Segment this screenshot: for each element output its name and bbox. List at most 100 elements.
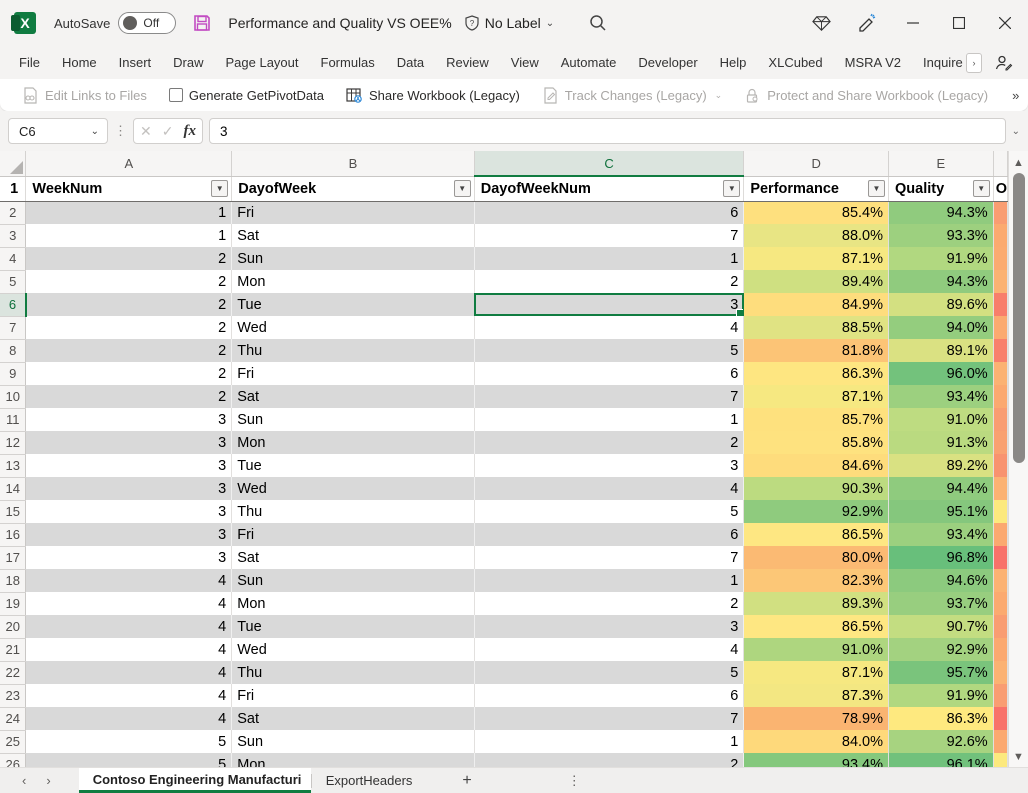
row-header-6[interactable]: 6 xyxy=(0,293,26,316)
cell-dayofweek[interactable]: Sat xyxy=(232,546,475,569)
cell-oee-sliver[interactable] xyxy=(993,224,1007,247)
cell-weeknum[interactable]: 4 xyxy=(26,707,232,730)
scroll-down-arrow-icon[interactable]: ▼ xyxy=(1013,751,1024,763)
save-icon[interactable] xyxy=(192,13,212,33)
maximize-button[interactable] xyxy=(936,0,982,46)
cell-dayofweeknum[interactable]: 5 xyxy=(474,500,744,523)
cell-quality[interactable]: 89.2% xyxy=(889,454,994,477)
cell-quality[interactable]: 91.9% xyxy=(889,247,994,270)
cell-quality[interactable]: 93.4% xyxy=(889,523,994,546)
cell-performance[interactable]: 85.7% xyxy=(744,408,889,431)
cell-oee-sliver[interactable] xyxy=(993,753,1007,767)
cell-oee-sliver[interactable] xyxy=(993,362,1007,385)
cell-dayofweeknum[interactable]: 7 xyxy=(474,546,744,569)
filter-dropdown-button[interactable]: ▼ xyxy=(973,180,990,197)
ribbon-tab-inquire[interactable]: Inquire xyxy=(912,46,970,79)
cell-dayofweek[interactable]: Fri xyxy=(232,523,475,546)
vertical-scrollbar-thumb[interactable] xyxy=(1013,173,1025,463)
row-header-3[interactable]: 3 xyxy=(0,224,26,247)
cell-oee-sliver[interactable] xyxy=(993,638,1007,661)
cell-quality[interactable]: 96.1% xyxy=(889,753,994,767)
cell-oee-sliver[interactable] xyxy=(993,500,1007,523)
cell-weeknum[interactable]: 4 xyxy=(26,592,232,615)
row-header-7[interactable]: 7 xyxy=(0,316,26,339)
ribbon-tab-developer[interactable]: Developer xyxy=(627,46,708,79)
filter-dropdown-button[interactable]: ▼ xyxy=(211,180,228,197)
close-button[interactable] xyxy=(982,0,1028,46)
cell-performance[interactable]: 90.3% xyxy=(744,477,889,500)
cell-dayofweeknum[interactable]: 7 xyxy=(474,224,744,247)
cell-dayofweeknum[interactable]: 1 xyxy=(474,247,744,270)
autosave-toggle[interactable]: Off xyxy=(118,12,176,34)
vertical-scrollbar[interactable]: ▲ ▼ xyxy=(1008,151,1028,767)
cell-quality[interactable]: 95.1% xyxy=(889,500,994,523)
cell-performance[interactable]: 92.9% xyxy=(744,500,889,523)
cell-weeknum[interactable]: 3 xyxy=(26,431,232,454)
row-header-18[interactable]: 18 xyxy=(0,569,26,592)
cell-quality[interactable]: 89.1% xyxy=(889,339,994,362)
cell-weeknum[interactable]: 2 xyxy=(26,385,232,408)
cell-dayofweeknum[interactable]: 1 xyxy=(474,730,744,753)
cell-weeknum[interactable]: 5 xyxy=(26,730,232,753)
cell-weeknum[interactable]: 1 xyxy=(26,201,232,224)
cell-quality[interactable]: 94.6% xyxy=(889,569,994,592)
filter-dropdown-button[interactable]: ▼ xyxy=(868,180,885,197)
generate-getpivotdata-checkbox[interactable]: Generate GetPivotData xyxy=(169,88,324,103)
formula-input[interactable]: 3 xyxy=(209,118,1006,144)
cell-performance[interactable]: 84.0% xyxy=(744,730,889,753)
cell-oee-sliver[interactable] xyxy=(993,270,1007,293)
cell-quality[interactable]: 92.9% xyxy=(889,638,994,661)
cell-oee-sliver[interactable] xyxy=(993,546,1007,569)
cell-dayofweeknum[interactable]: 5 xyxy=(474,661,744,684)
sheet-tab-contoso-engineering-manufacturi[interactable]: Contoso Engineering Manufacturi xyxy=(79,768,311,793)
ribbon-tab-automate[interactable]: Automate xyxy=(550,46,628,79)
cell-weeknum[interactable]: 2 xyxy=(26,270,232,293)
cell-performance[interactable]: 93.4% xyxy=(744,753,889,767)
cell-oee-sliver[interactable] xyxy=(993,707,1007,730)
cell-performance[interactable]: 86.5% xyxy=(744,615,889,638)
cell-performance[interactable]: 87.3% xyxy=(744,684,889,707)
select-all-corner[interactable] xyxy=(0,151,26,176)
row-header-23[interactable]: 23 xyxy=(0,684,26,707)
cell-oee-sliver[interactable] xyxy=(993,569,1007,592)
cell-performance[interactable]: 91.0% xyxy=(744,638,889,661)
cell-dayofweeknum[interactable]: 4 xyxy=(474,638,744,661)
cell-oee-sliver[interactable] xyxy=(993,293,1007,316)
cell-performance[interactable]: 86.3% xyxy=(744,362,889,385)
row-header-17[interactable]: 17 xyxy=(0,546,26,569)
cell-performance[interactable]: 81.8% xyxy=(744,339,889,362)
column-header-E[interactable]: E xyxy=(889,151,994,176)
filter-dropdown-button[interactable]: ▼ xyxy=(723,180,740,197)
cell-dayofweek[interactable]: Mon xyxy=(232,431,475,454)
cell-weeknum[interactable]: 2 xyxy=(26,247,232,270)
cell-performance[interactable]: 82.3% xyxy=(744,569,889,592)
cell-dayofweek[interactable]: Fri xyxy=(232,201,475,224)
cell-dayofweeknum[interactable]: 1 xyxy=(474,408,744,431)
cell-performance[interactable]: 89.3% xyxy=(744,592,889,615)
ribbon-tab-formulas[interactable]: Formulas xyxy=(310,46,386,79)
cell-performance[interactable]: 86.5% xyxy=(744,523,889,546)
cell-weeknum[interactable]: 4 xyxy=(26,638,232,661)
insert-function-icon[interactable]: fx xyxy=(183,123,196,140)
cell-weeknum[interactable]: 3 xyxy=(26,454,232,477)
cell-dayofweek[interactable]: Wed xyxy=(232,638,475,661)
minimize-button[interactable] xyxy=(890,0,936,46)
row-header-20[interactable]: 20 xyxy=(0,615,26,638)
cell-quality[interactable]: 86.3% xyxy=(889,707,994,730)
cell-oee-sliver[interactable] xyxy=(993,661,1007,684)
cell-quality[interactable]: 91.3% xyxy=(889,431,994,454)
filter-dropdown-button[interactable]: ▼ xyxy=(454,180,471,197)
ribbon-tab-msra-v2[interactable]: MSRA V2 xyxy=(834,46,912,79)
cell-quality[interactable]: 93.7% xyxy=(889,592,994,615)
row-header-16[interactable]: 16 xyxy=(0,523,26,546)
cell-oee-sliver[interactable] xyxy=(993,408,1007,431)
cell-quality[interactable]: 95.7% xyxy=(889,661,994,684)
add-sheet-button[interactable]: + xyxy=(462,772,471,790)
cell-quality[interactable]: 91.0% xyxy=(889,408,994,431)
cell-performance[interactable]: 87.1% xyxy=(744,385,889,408)
cell-dayofweeknum[interactable]: 4 xyxy=(474,316,744,339)
cell-oee-sliver[interactable] xyxy=(993,339,1007,362)
diamond-icon[interactable] xyxy=(798,0,844,46)
row-header-10[interactable]: 10 xyxy=(0,385,26,408)
sensitivity-label[interactable]: ? No Label ⌄ xyxy=(464,15,554,31)
